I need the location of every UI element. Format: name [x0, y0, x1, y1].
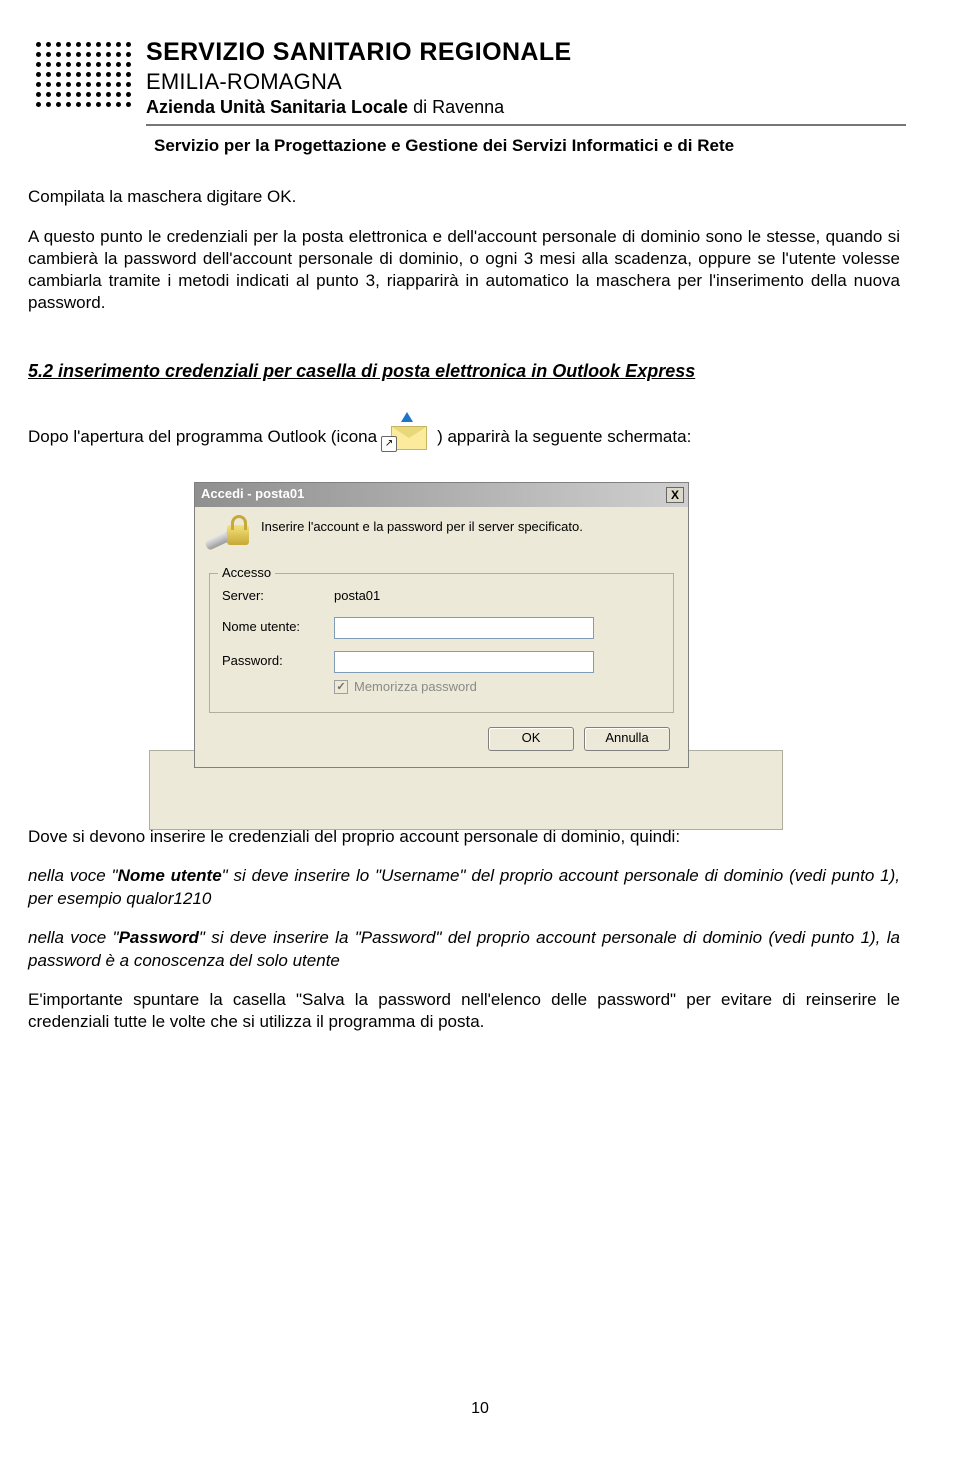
after-p2: nella voce "Nome utente" si deve inserir… — [28, 865, 900, 910]
password-label: Password: — [222, 653, 334, 670]
server-value: posta01 — [334, 588, 380, 605]
dialog-message: Inserire l'account e la password per il … — [261, 517, 583, 536]
divider — [146, 124, 906, 126]
server-label: Server: — [222, 588, 334, 605]
header-line-3: Azienda Unità Sanitaria Locale di Ravenn… — [146, 97, 906, 118]
header-line-2: EMILIA-ROMAGNA — [146, 69, 906, 95]
remember-checkbox[interactable]: ✓ — [334, 680, 348, 694]
after-p4: E'importante spuntare la casella "Salva … — [28, 989, 900, 1034]
logo-dots — [36, 42, 132, 108]
intro-after: ) apparirà la seguente schermata: — [437, 426, 691, 448]
after-p3: nella voce "Password" si deve inserire l… — [28, 927, 900, 972]
dialog-titlebar: Accedi - posta01 X — [195, 483, 688, 507]
cancel-button[interactable]: Annulla — [584, 727, 670, 751]
body-p2: A questo punto le credenziali per la pos… — [28, 226, 900, 314]
username-label: Nome utente: — [222, 619, 334, 636]
body-p1: Compilata la maschera digitare OK. — [28, 186, 900, 208]
username-input[interactable] — [334, 617, 594, 639]
section-heading: 5.2 inserimento credenziali per casella … — [28, 360, 900, 383]
ok-button[interactable]: OK — [488, 727, 574, 751]
keylock-icon — [207, 517, 251, 557]
header-line-1: SERVIZIO SANITARIO REGIONALE — [146, 38, 906, 67]
header-subheading: Servizio per la Progettazione e Gestione… — [154, 136, 900, 156]
page-number: 10 — [0, 1400, 960, 1418]
login-fieldset: Accesso Server: posta01 Nome utente: Pas… — [209, 573, 674, 713]
remember-label: Memorizza password — [354, 679, 477, 696]
intro-before: Dopo l'apertura del programma Outlook (i… — [28, 426, 377, 448]
login-dialog: Accedi - posta01 X Inserire l'account e … — [194, 482, 689, 768]
close-button[interactable]: X — [666, 487, 684, 503]
dialog-title: Accedi - posta01 — [201, 486, 304, 503]
password-input[interactable] — [334, 651, 594, 673]
outlook-icon: ↗ — [381, 416, 433, 458]
fieldset-legend: Accesso — [218, 565, 275, 582]
